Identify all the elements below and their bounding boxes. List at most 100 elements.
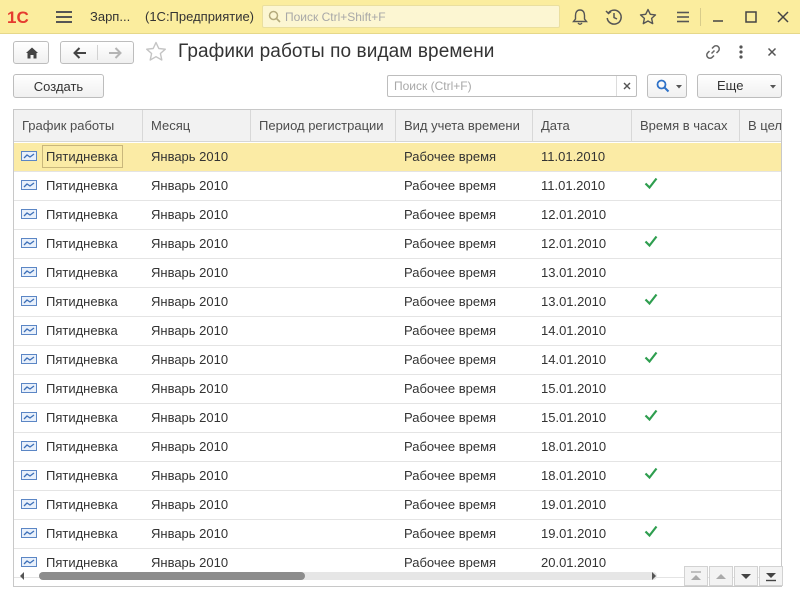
cell-schedule: Пятидневка (14, 491, 143, 519)
add-to-favorites-icon[interactable] (144, 40, 168, 64)
cell-schedule: Пятидневка (14, 520, 143, 548)
cell-schedule-text: Пятидневка (46, 207, 118, 222)
cell-schedule-text: Пятидневка (46, 323, 118, 338)
table-row[interactable]: Пятидневка Январь 2010 Рабочее время 14.01.… (14, 317, 781, 346)
cell-overall (740, 143, 781, 171)
cell-date: 14.01.2010 (533, 317, 632, 345)
clear-search-button[interactable] (616, 76, 636, 96)
table-row[interactable]: Пятидневка Январь 2010 Рабочее время 15.01.… (14, 375, 781, 404)
column-header-period[interactable]: Период регистрации (251, 110, 396, 142)
table-row[interactable]: Пятидневка Январь 2010 Рабочее время 15.01.… (14, 404, 781, 433)
history-icon[interactable] (604, 7, 624, 27)
cell-hours (632, 462, 740, 490)
1c-logo-icon[interactable]: 1С (6, 6, 42, 28)
column-header-time-kind[interactable]: Вид учета времени (396, 110, 533, 142)
cell-time-kind: Рабочее время (396, 143, 533, 171)
main-menu-icon[interactable] (56, 9, 72, 25)
scroll-left-icon[interactable] (19, 572, 25, 580)
cell-month-text: Январь 2010 (151, 555, 229, 570)
forward-arrow-icon[interactable] (107, 46, 123, 60)
cell-month-text: Январь 2010 (151, 178, 229, 193)
cell-time-kind: Рабочее время (396, 201, 533, 229)
cell-schedule: Пятидневка (14, 317, 143, 345)
minimize-icon[interactable] (708, 7, 728, 27)
close-window-icon[interactable] (773, 7, 793, 27)
more-vertical-icon[interactable] (731, 42, 751, 62)
cell-month-text: Январь 2010 (151, 381, 229, 396)
column-header-hours[interactable]: Время в часах (632, 110, 740, 142)
list-search-input[interactable] (392, 78, 612, 94)
cell-schedule: Пятидневка (14, 288, 143, 316)
record-icon (21, 180, 37, 190)
table-row[interactable]: Пятидневка Январь 2010 Рабочее время 19.01.… (14, 520, 781, 549)
scroll-right-icon[interactable] (651, 572, 657, 580)
cell-month: Январь 2010 (143, 433, 251, 461)
cell-date-text: 14.01.2010 (541, 323, 607, 338)
cell-date-text: 11.01.2010 (541, 149, 606, 164)
scroll-to-top-button[interactable] (684, 566, 708, 586)
link-icon[interactable] (703, 42, 723, 62)
scroll-to-bottom-button[interactable] (759, 566, 783, 586)
cell-date-text: 14.01.2010 (541, 352, 607, 367)
cell-schedule-text: Пятидневка (42, 145, 123, 168)
cell-overall (740, 201, 781, 229)
checkmark-icon (644, 409, 658, 422)
table-row[interactable]: Пятидневка Январь 2010 Рабочее время 14.01.… (14, 346, 781, 375)
cell-schedule: Пятидневка (14, 346, 143, 374)
cell-time-kind-text: Рабочее время (404, 294, 497, 309)
cell-period (251, 404, 396, 432)
page-down-button[interactable] (734, 566, 758, 586)
cell-period (251, 375, 396, 403)
column-header-schedule[interactable]: График работы (14, 110, 143, 142)
cell-overall (740, 375, 781, 403)
cell-period (251, 520, 396, 548)
table-row[interactable]: Пятидневка Январь 2010 Рабочее время 18.01.… (14, 462, 781, 491)
column-header-month[interactable]: Месяц (143, 110, 251, 142)
close-form-icon[interactable] (762, 42, 782, 62)
cell-time-kind-text: Рабочее время (404, 439, 497, 454)
cell-hours (632, 230, 740, 258)
cell-month-text: Январь 2010 (151, 323, 229, 338)
table-row[interactable]: Пятидневка Январь 2010 Рабочее время 11.01.… (14, 172, 781, 201)
table-row[interactable]: Пятидневка Январь 2010 Рабочее время 18.01.… (14, 433, 781, 462)
home-icon (26, 47, 38, 59)
records-table[interactable]: График работы Месяц Период регистрации В… (13, 109, 782, 587)
cell-month-text: Январь 2010 (151, 410, 229, 425)
create-button[interactable]: Создать (13, 74, 104, 98)
page-up-button[interactable] (709, 566, 733, 586)
column-header-date[interactable]: Дата (533, 110, 632, 142)
table-row[interactable]: Пятидневка Январь 2010 Рабочее время 19.01.… (14, 491, 781, 520)
table-row[interactable]: Пятидневка Январь 2010 Рабочее время 13.01.… (14, 288, 781, 317)
cell-month-text: Январь 2010 (151, 526, 229, 541)
cell-month: Январь 2010 (143, 491, 251, 519)
cell-date-text: 12.01.2010 (541, 236, 607, 251)
table-row[interactable]: Пятидневка Январь 2010 Рабочее время 13.01.… (14, 259, 781, 288)
table-row[interactable]: Пятидневка Январь 2010 Рабочее время 12.01.… (14, 230, 781, 259)
list-search[interactable] (387, 75, 637, 97)
record-icon (21, 412, 37, 422)
cell-time-kind: Рабочее время (396, 404, 533, 432)
maximize-icon[interactable] (741, 7, 761, 27)
global-search[interactable] (262, 5, 560, 28)
cell-date: 19.01.2010 (533, 520, 632, 548)
cell-period (251, 201, 396, 229)
scroll-thumb[interactable] (39, 572, 305, 580)
more-button[interactable]: Еще (697, 74, 782, 98)
cell-hours (632, 201, 740, 229)
cell-hours (632, 375, 740, 403)
menu-icon[interactable] (673, 7, 693, 27)
cell-time-kind-text: Рабочее время (404, 178, 497, 193)
cell-time-kind: Рабочее время (396, 288, 533, 316)
table-row[interactable]: Пятидневка Январь 2010 Рабочее время 12.01.… (14, 201, 781, 230)
cell-date: 12.01.2010 (533, 230, 632, 258)
favorites-star-icon[interactable] (638, 7, 658, 27)
home-button[interactable] (13, 41, 49, 64)
horizontal-scrollbar[interactable] (15, 569, 663, 583)
global-search-input[interactable] (283, 8, 553, 25)
bell-icon[interactable] (570, 7, 590, 27)
cell-schedule-text: Пятидневка (46, 410, 118, 425)
column-header-overall[interactable]: В целом (740, 110, 781, 142)
back-arrow-icon[interactable] (72, 46, 88, 60)
find-button[interactable] (647, 74, 687, 98)
table-row[interactable]: Пятидневка Январь 2010 Рабочее время 11.01.… (14, 143, 781, 172)
